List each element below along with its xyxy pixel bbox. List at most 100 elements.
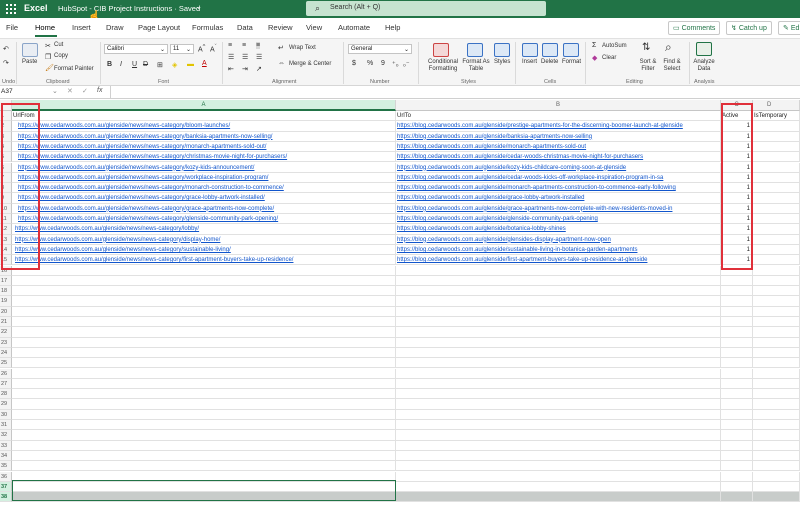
row-header[interactable]: 6	[0, 162, 12, 173]
tab-formulas[interactable]: Formulas	[192, 23, 223, 32]
cell[interactable]: https://www.cedarwoods.com.au/glenside/n…	[12, 141, 396, 153]
cell[interactable]	[396, 492, 721, 503]
cell[interactable]	[753, 214, 800, 225]
cell[interactable]: UrlFrom	[12, 111, 396, 122]
cell[interactable]	[12, 378, 396, 390]
cell[interactable]: https://blog.cedarwoods.com.au/glenside/…	[396, 162, 721, 173]
row-header[interactable]: 37	[0, 481, 12, 493]
number-format-dropdown[interactable]: General ⌄	[348, 44, 412, 54]
align-top-icon[interactable]: ≡	[228, 42, 232, 49]
cell[interactable]	[12, 358, 396, 369]
row-header[interactable]: 24	[0, 347, 12, 359]
cell[interactable]	[721, 389, 753, 400]
cell[interactable]: https://www.cedarwoods.com.au/glenside/n…	[12, 183, 396, 194]
paste-icon[interactable]	[22, 43, 38, 57]
cell[interactable]	[753, 450, 800, 462]
column-header-c[interactable]: C	[721, 100, 753, 111]
tab-view[interactable]: View	[306, 23, 322, 32]
cell[interactable]: https://blog.cedarwoods.com.au/glenside/…	[396, 183, 721, 194]
row-header[interactable]: 36	[0, 471, 12, 482]
format-as-table-button[interactable]: Format As Table	[460, 59, 492, 73]
cell[interactable]	[12, 399, 396, 410]
row-header[interactable]: 26	[0, 368, 12, 379]
row-header[interactable]: 31	[0, 420, 12, 431]
clear-button[interactable]: Clear	[602, 55, 616, 61]
increase-indent-icon[interactable]: ⇥	[242, 65, 248, 73]
cell[interactable]	[396, 481, 721, 493]
cell[interactable]	[753, 306, 800, 317]
cell[interactable]: https://www.cedarwoods.com.au/glenside/n…	[12, 162, 396, 173]
cell[interactable]: https://www.cedarwoods.com.au/glenside/n…	[12, 172, 396, 184]
conditional-formatting-button[interactable]: Conditional Formatting	[425, 59, 461, 73]
cell-styles-icon[interactable]	[494, 43, 510, 57]
font-name-dropdown[interactable]: Calibri ⌄	[104, 44, 168, 54]
comma-icon[interactable]: 9	[381, 60, 385, 67]
row-header[interactable]: 15	[0, 255, 12, 266]
row-header[interactable]: 12	[0, 224, 12, 235]
row-header[interactable]: 16	[0, 265, 12, 276]
cell[interactable]	[753, 203, 800, 214]
row-header[interactable]: 33	[0, 440, 12, 451]
cell[interactable]	[12, 409, 396, 420]
cell[interactable]: 1	[721, 255, 753, 266]
cell[interactable]	[753, 368, 800, 379]
search-icon[interactable]: ⌕	[665, 40, 672, 55]
tab-insert[interactable]: Insert	[72, 23, 91, 32]
increase-font-icon[interactable]: A^	[198, 44, 205, 53]
cell[interactable]: 1	[721, 224, 753, 235]
cell[interactable]	[753, 244, 800, 256]
row-header[interactable]: 10	[0, 203, 12, 214]
row-header[interactable]: 20	[0, 306, 12, 317]
cell[interactable]: https://www.cedarwoods.com.au/glenside/n…	[12, 224, 396, 235]
cell[interactable]: https://www.cedarwoods.com.au/glenside/n…	[12, 234, 396, 245]
catch-up-button[interactable]: ↯ Catch up	[726, 21, 772, 35]
cell[interactable]	[721, 378, 753, 390]
italic-icon[interactable]: I	[120, 61, 122, 68]
insert-button[interactable]: Insert	[522, 59, 537, 65]
bold-icon[interactable]: B	[107, 61, 112, 68]
cell[interactable]	[396, 389, 721, 400]
cell[interactable]	[721, 492, 753, 503]
row-header[interactable]: 7	[0, 172, 12, 184]
cell[interactable]	[12, 337, 396, 348]
cell[interactable]	[753, 358, 800, 369]
cell[interactable]	[721, 327, 753, 338]
cell[interactable]	[753, 317, 800, 328]
cell[interactable]: https://www.cedarwoods.com.au/glenside/n…	[12, 152, 396, 163]
cell[interactable]	[753, 265, 800, 276]
confirm-icon[interactable]: ✓	[82, 87, 88, 95]
cell[interactable]	[12, 296, 396, 307]
edit-mode-button[interactable]: ✎ Ed	[778, 21, 800, 35]
row-header[interactable]: 4	[0, 141, 12, 153]
format-cells-icon[interactable]	[563, 43, 579, 57]
cell[interactable]: 1	[721, 203, 753, 214]
cell[interactable]: UrlTo	[396, 111, 721, 122]
cell[interactable]	[721, 440, 753, 451]
cell[interactable]	[753, 327, 800, 338]
decrease-decimal-icon[interactable]: ₀⁻	[403, 60, 410, 68]
spreadsheet-grid[interactable]: A B C D 1 UrlFrom UrlTo Active IsTemporary 2 h…	[0, 100, 800, 508]
cell[interactable]: https://blog.cedarwoods.com.au/glenside/…	[396, 234, 721, 245]
cell[interactable]	[396, 420, 721, 431]
cell[interactable]	[753, 162, 800, 173]
column-header-a[interactable]: A	[12, 100, 396, 111]
cell[interactable]	[721, 430, 753, 441]
row-header[interactable]: 32	[0, 430, 12, 441]
row-header[interactable]: 8	[0, 183, 12, 194]
sort-filter-icon[interactable]: ⇅	[642, 42, 650, 53]
cell[interactable]	[12, 286, 396, 297]
tab-file[interactable]: File	[6, 23, 18, 32]
cell[interactable]	[753, 121, 800, 132]
cell[interactable]: https://www.cedarwoods.com.au/glenside/n…	[12, 203, 396, 214]
cell[interactable]: https://blog.cedarwoods.com.au/glenside/…	[396, 172, 721, 184]
cell[interactable]	[396, 471, 721, 482]
delete-button[interactable]: Delete	[541, 59, 558, 65]
cell[interactable]	[12, 265, 396, 276]
cell[interactable]	[753, 193, 800, 204]
cell[interactable]: 1	[721, 234, 753, 245]
cell[interactable]	[721, 471, 753, 482]
cell[interactable]	[753, 481, 800, 493]
row-header[interactable]: 35	[0, 461, 12, 472]
cell[interactable]	[396, 461, 721, 472]
currency-icon[interactable]: $	[352, 60, 356, 67]
